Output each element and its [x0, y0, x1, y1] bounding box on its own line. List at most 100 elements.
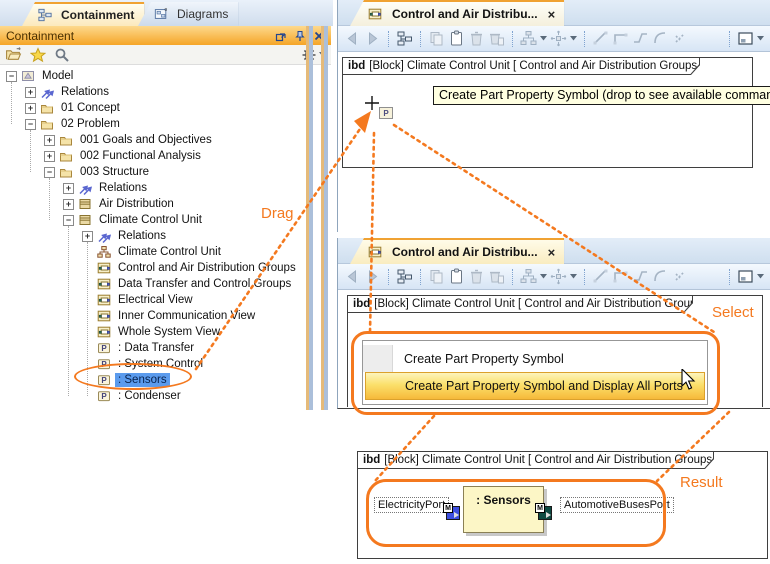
toolbar-separator — [729, 269, 730, 285]
chevron-down-icon[interactable] — [540, 36, 547, 41]
splitter[interactable] — [309, 26, 313, 410]
tab-diagrams[interactable]: Diagrams — [138, 2, 238, 26]
tree-item-climate-control-unit[interactable]: Climate Control Unit — [0, 212, 305, 228]
expander-icon[interactable] — [25, 103, 36, 114]
tree-item-relations-1[interactable]: Relations — [0, 84, 305, 100]
tree-item-inner-communication-view[interactable]: Inner Communication View — [0, 308, 305, 324]
tree-item-sensors-part[interactable]: : Sensors — [0, 372, 305, 388]
expander-icon[interactable] — [63, 183, 74, 194]
layout-tree-icon[interactable] — [520, 30, 537, 47]
tree-item-model[interactable]: Model — [0, 68, 305, 84]
tree-item-electrical-view[interactable]: Electrical View — [0, 292, 305, 308]
tree-item-01-concept[interactable]: 01 Concept — [0, 100, 305, 116]
menu-item-create-part-property-symbol-all-ports[interactable]: Create Part Property Symbol and Display … — [365, 372, 705, 400]
expander-icon[interactable] — [63, 199, 74, 210]
search-icon[interactable] — [54, 47, 70, 63]
chevron-down-icon[interactable] — [570, 36, 577, 41]
tree-item-data-transfer-part[interactable]: : Data Transfer — [0, 340, 305, 356]
ibd-kind-label: ibd — [353, 298, 370, 310]
tree-item-condenser-part[interactable]: : Condenser — [0, 388, 305, 404]
expander-icon[interactable] — [6, 71, 17, 82]
rectilinear-path-icon[interactable] — [612, 268, 629, 285]
dependency-path-icon[interactable] — [672, 268, 689, 285]
forward-icon[interactable] — [364, 30, 381, 47]
tree-item-whole-system-view[interactable]: Whole System View — [0, 324, 305, 340]
dependency-path-icon[interactable] — [672, 30, 689, 47]
tree-item-003-structure[interactable]: 003 Structure — [0, 164, 305, 180]
expander-icon[interactable] — [44, 135, 55, 146]
port-label-automotive-buses[interactable]: AutomotiveBusesPort — [560, 497, 674, 513]
expander-icon[interactable] — [25, 87, 36, 98]
chevron-down-icon[interactable] — [570, 274, 577, 279]
expander-icon[interactable] — [25, 119, 36, 130]
bezier-path-icon[interactable] — [632, 30, 649, 47]
part-property-icon — [97, 373, 111, 387]
block-icon — [78, 197, 92, 211]
expander-icon[interactable] — [44, 151, 55, 162]
route-paths-icon[interactable] — [550, 30, 567, 47]
tree-item-002-functional-analysis[interactable]: 002 Functional Analysis — [0, 148, 305, 164]
tree-item-relations-3[interactable]: Relations — [0, 228, 305, 244]
delete-from-model-icon[interactable] — [488, 30, 505, 47]
containment-tree-icon[interactable] — [396, 268, 413, 285]
sensors-part-symbol[interactable]: : Sensors — [463, 486, 544, 533]
menu-item-create-part-property-symbol[interactable]: Create Part Property Symbol — [363, 345, 707, 372]
tree-item-air-distribution[interactable]: Air Distribution — [0, 196, 305, 212]
favorites-star-icon[interactable] — [30, 47, 46, 63]
expander-icon[interactable] — [63, 215, 74, 226]
tree-item-relations-2[interactable]: Relations — [0, 180, 305, 196]
bezier-path-icon[interactable] — [632, 268, 649, 285]
expander-icon[interactable] — [82, 231, 93, 242]
tab-containment[interactable]: Containment — [22, 2, 144, 26]
back-icon[interactable] — [344, 30, 361, 47]
tree-item-ccu-diagram[interactable]: Climate Control Unit — [0, 244, 305, 260]
chevron-down-icon[interactable] — [757, 274, 764, 279]
layout-tree-icon[interactable] — [520, 268, 537, 285]
part-property-icon — [97, 341, 111, 355]
diagram-tab[interactable]: Control and Air Distribu... × — [350, 0, 564, 26]
route-paths-icon[interactable] — [550, 268, 567, 285]
curved-path-icon[interactable] — [652, 30, 669, 47]
chevron-down-icon[interactable] — [540, 274, 547, 279]
pin-icon[interactable] — [294, 30, 306, 42]
close-tab-icon[interactable]: × — [548, 245, 556, 260]
containment-panel-header: Containment — [0, 26, 331, 45]
splitter[interactable] — [324, 26, 328, 410]
tree-item-data-transfer-groups[interactable]: Data Transfer and Control Groups — [0, 276, 305, 292]
float-window-icon[interactable] — [275, 30, 287, 42]
copy-icon[interactable] — [428, 268, 445, 285]
port-multiplicity-badge: M — [535, 503, 545, 513]
folder-icon — [59, 165, 73, 179]
paste-icon[interactable] — [448, 30, 465, 47]
delete-icon[interactable] — [468, 30, 485, 47]
close-tab-icon[interactable]: × — [548, 7, 556, 22]
oblique-path-icon[interactable] — [592, 268, 609, 285]
rectilinear-path-icon[interactable] — [612, 30, 629, 47]
diagram-tab[interactable]: Control and Air Distribu... × — [350, 238, 564, 264]
tree-item-001-goals[interactable]: 001 Goals and Objectives — [0, 132, 305, 148]
paste-icon[interactable] — [448, 268, 465, 285]
containment-tree-icon[interactable] — [396, 30, 413, 47]
toolbar-separator — [388, 269, 389, 285]
forward-icon[interactable] — [364, 268, 381, 285]
ibd-frame-header: ibd [Block] Climate Control Unit [ Contr… — [358, 452, 714, 469]
tree-item-control-air-groups[interactable]: Control and Air Distribution Groups — [0, 260, 305, 276]
tree-item-02-problem[interactable]: 02 Problem — [0, 116, 305, 132]
copy-icon[interactable] — [428, 30, 445, 47]
tree-item-system-control-part[interactable]: : System Control — [0, 356, 305, 372]
oblique-path-icon[interactable] — [592, 30, 609, 47]
back-icon[interactable] — [344, 268, 361, 285]
expander-icon[interactable] — [44, 167, 55, 178]
ibd-kind-label: ibd — [363, 454, 380, 466]
windows-icon[interactable] — [737, 30, 754, 47]
delete-icon[interactable] — [468, 268, 485, 285]
diagram-toolbar — [338, 264, 770, 290]
drop-hint-tooltip: Create Part Property Symbol (drop to see… — [433, 86, 770, 105]
windows-icon[interactable] — [737, 268, 754, 285]
folder-icon — [40, 101, 54, 115]
chevron-down-icon[interactable] — [757, 36, 764, 41]
delete-from-model-icon[interactable] — [488, 268, 505, 285]
port-label-electricity[interactable]: ElectricityPort — [374, 497, 449, 513]
curved-path-icon[interactable] — [652, 268, 669, 285]
open-project-icon[interactable] — [5, 46, 22, 63]
